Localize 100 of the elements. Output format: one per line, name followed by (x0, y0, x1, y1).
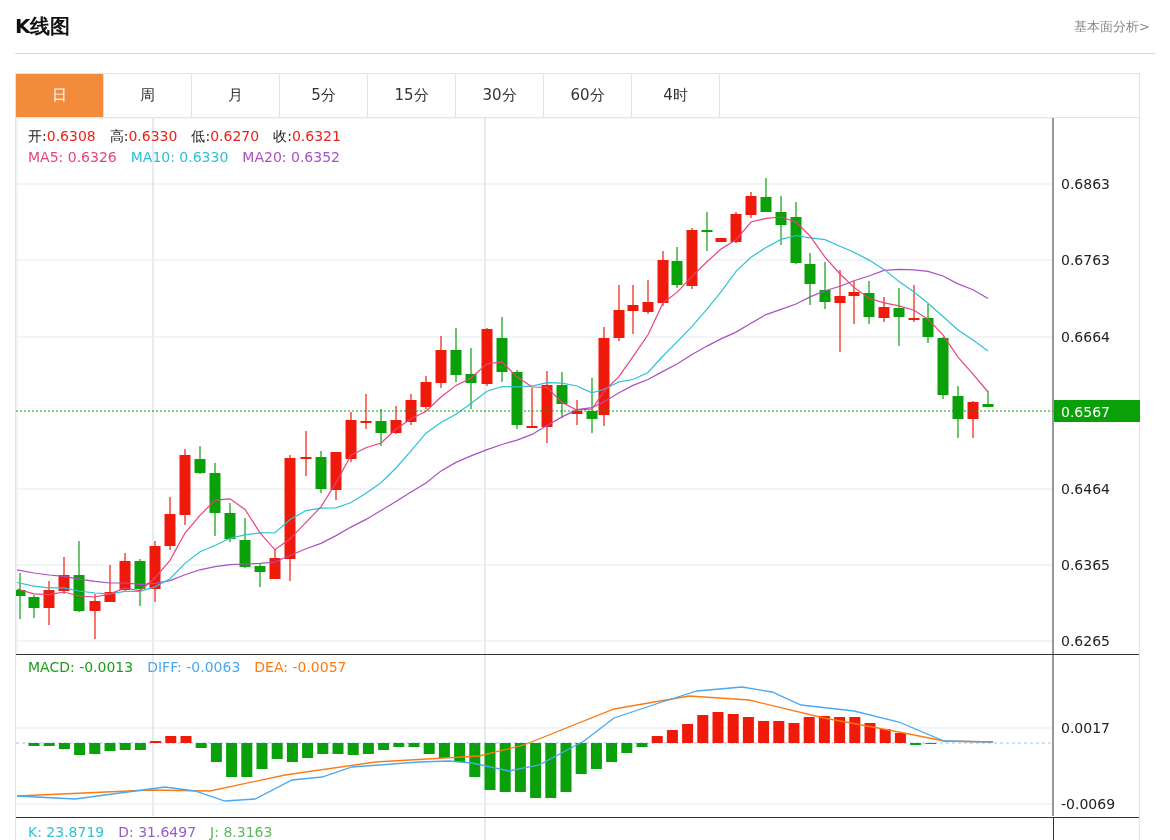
candlestick (804, 252, 816, 306)
candlestick (848, 280, 860, 325)
quote-value: 0.6321 (291, 128, 341, 146)
macd-histogram-bar (89, 743, 101, 754)
macd-histogram-bar (849, 717, 861, 743)
macd-histogram-bar (560, 743, 572, 792)
moving-average-label: MA10: 0.6330 (130, 149, 229, 165)
macd-histogram-bar (788, 723, 800, 743)
moving-average-label: MA20: 0.6352 (242, 149, 340, 165)
macd-histogram-bar (682, 724, 694, 743)
candlestick (982, 390, 994, 408)
candlestick (819, 261, 831, 310)
quote-label: 收: (273, 128, 292, 146)
candlestick (360, 393, 372, 430)
macd-histogram-bar (43, 743, 55, 746)
candlestick (58, 556, 70, 595)
candlestick (119, 552, 131, 593)
macd-histogram-bar (271, 743, 283, 759)
macd-histogram-bar (590, 743, 602, 769)
macd-indicator-label: DIFF: -0.0063 (147, 659, 241, 675)
candlestick (937, 336, 949, 400)
macd-histogram-bar (362, 743, 374, 754)
macd-histogram-bar (651, 736, 663, 743)
candlestick (104, 564, 116, 603)
analysis-link[interactable]: 基本面分析> (1074, 17, 1150, 36)
candlestick (922, 303, 934, 344)
macd-histogram-bar (894, 733, 906, 743)
candlestick (465, 347, 477, 410)
candlestick (671, 246, 683, 289)
candlestick (89, 593, 101, 640)
macd-histogram-bar (58, 743, 70, 749)
macd-histogram-bar (666, 730, 678, 743)
candlestick (657, 250, 669, 307)
macd-histogram-bar (165, 736, 177, 743)
macd-histogram-bar (180, 736, 192, 743)
candlestick (613, 284, 625, 342)
moving-average-label: MA5: 0.6326 (28, 149, 117, 165)
candlestick (790, 201, 802, 265)
candlestick (134, 558, 146, 607)
macd-histogram-bar (621, 743, 633, 753)
candlestick (239, 517, 251, 569)
macd-histogram-bar (499, 743, 511, 792)
macd-histogram-bar (423, 743, 435, 754)
quote-label: 开: (28, 128, 47, 146)
macd-histogram-bar (302, 743, 314, 758)
candlestick (511, 369, 523, 430)
candlestick (390, 405, 402, 435)
macd-histogram-bar (773, 721, 785, 743)
candlestick (571, 399, 583, 426)
candlestick (775, 195, 787, 246)
candlestick (556, 371, 568, 419)
price-axis-label: 0.6664 (1061, 329, 1110, 345)
price-axis-label: 0.6265 (1061, 633, 1110, 649)
macd-histogram-bar (210, 743, 222, 762)
macd-histogram-bar (484, 743, 496, 790)
macd-histogram-bar (256, 743, 268, 769)
macd-histogram-bar (438, 743, 450, 758)
macd-histogram-bar (119, 743, 131, 750)
candlestick (627, 284, 639, 335)
candlestick (967, 400, 979, 439)
macd-histogram-bar (104, 743, 116, 751)
candlestick (760, 177, 772, 213)
kdj-indicator-label: K: 23.8719 (28, 824, 105, 840)
candlestick (715, 237, 727, 243)
macd-histogram-bar (803, 717, 815, 743)
macd-histogram-bar (606, 743, 618, 762)
macd-indicator-label: DEA: -0.0057 (254, 659, 347, 675)
quote-value: 0.6308 (46, 128, 96, 146)
macd-histogram-bar (879, 729, 891, 743)
quote-label: 高: (109, 128, 129, 146)
macd-histogram-bar (286, 743, 298, 762)
candlestick (149, 540, 161, 603)
macd-histogram-bar (408, 743, 420, 747)
macd-indicator-label: MACD: -0.0013 (28, 659, 134, 675)
macd-histogram-bar (530, 743, 542, 798)
macd-axis-label: -0.0069 (1061, 796, 1116, 812)
macd-histogram-bar (514, 743, 526, 792)
candlestick (878, 296, 890, 323)
candlestick (345, 411, 357, 463)
price-axis-label: 0.6365 (1061, 557, 1110, 573)
macd-histogram-bar (834, 717, 846, 743)
macd-histogram-bar (454, 743, 466, 762)
candlestick (28, 594, 40, 619)
candlestick (405, 393, 417, 426)
candlestick (952, 385, 964, 439)
macd-axis-label: 0.0017 (1061, 720, 1110, 736)
candlestick (375, 408, 387, 447)
macd-histogram-bar (134, 743, 146, 750)
candlestick (315, 450, 327, 494)
macd-histogram-bar (393, 743, 405, 747)
macd-histogram-bar (575, 743, 587, 774)
candlestick (330, 451, 342, 501)
macd-histogram-bar (742, 717, 754, 743)
page-title: K线图 (15, 13, 71, 40)
candlestick (863, 280, 875, 325)
kdj-indicator-label: D: 31.6497 (118, 824, 197, 840)
macd-histogram-bar (74, 743, 86, 755)
candlestick (526, 387, 538, 429)
candlestick (908, 284, 920, 323)
kdj-indicator-label: J: 8.3163 (210, 824, 273, 840)
